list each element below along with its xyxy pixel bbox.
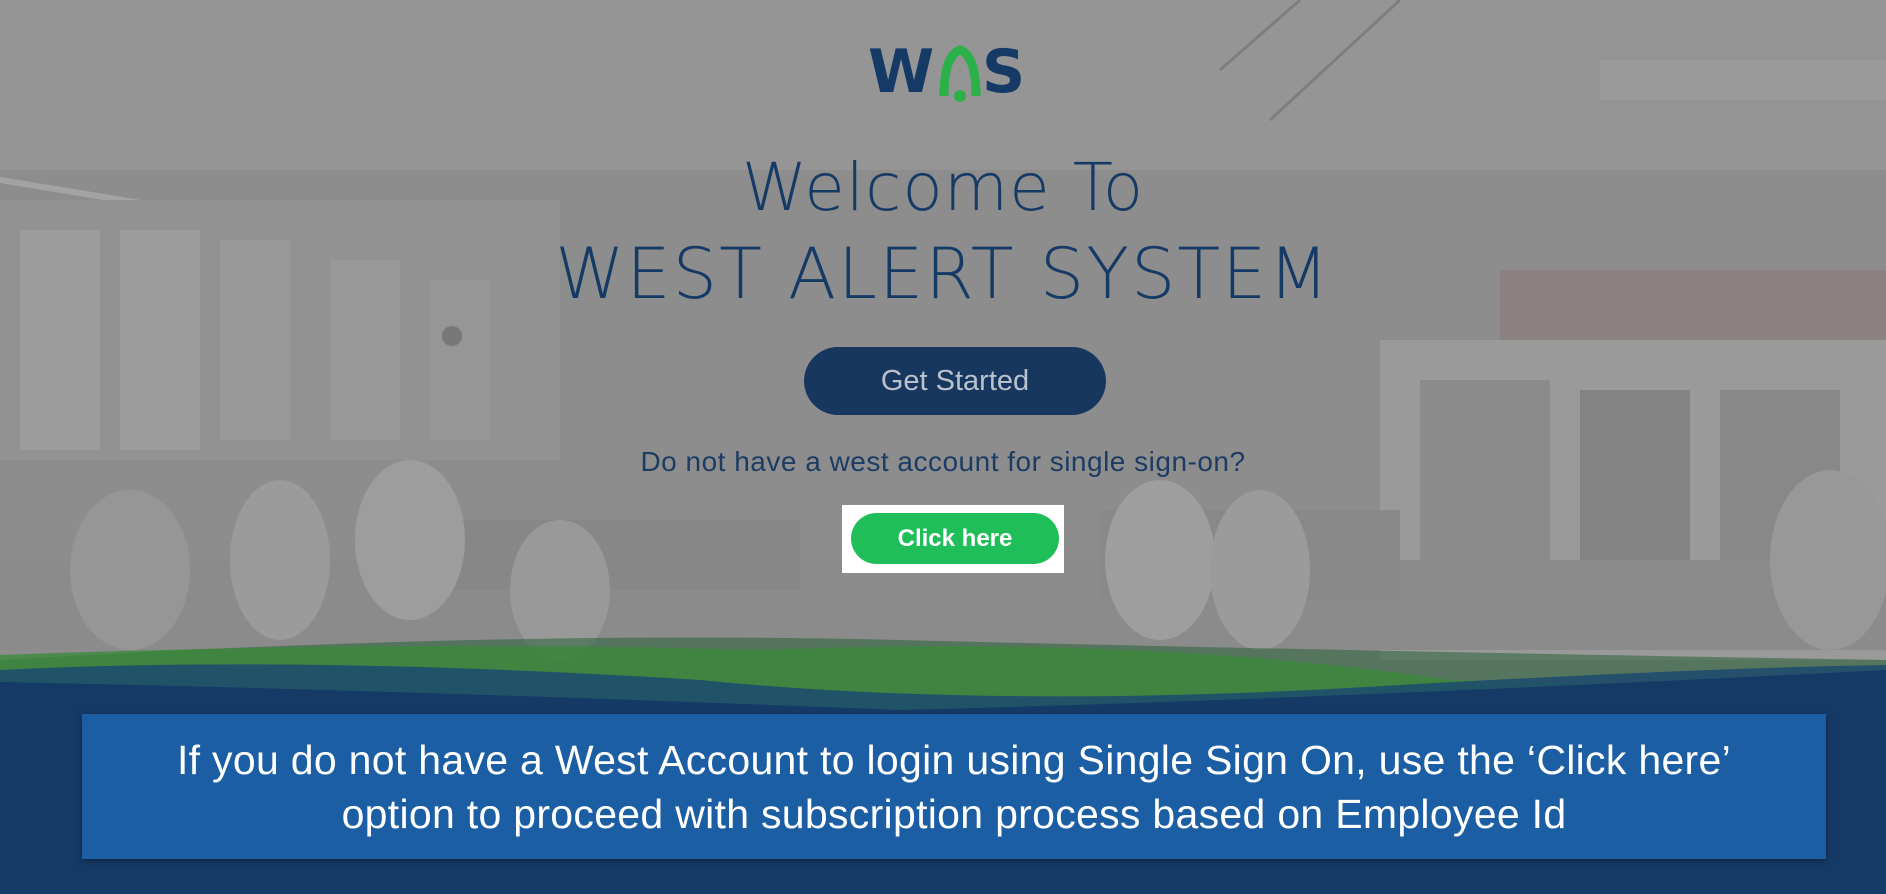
instruction-line-1: If you do not have a West Account to log… (176, 736, 1732, 783)
instruction-line-2: option to proceed with subscription proc… (341, 790, 1567, 837)
get-started-button[interactable]: Get Started (804, 347, 1106, 415)
svg-text:W: W (868, 37, 934, 104)
instruction-callout: If you do not have a West Account to log… (82, 714, 1826, 859)
no-account-prompt: Do not have a west account for single si… (640, 446, 1246, 477)
was-logo: W S (868, 37, 1025, 104)
bell-icon (939, 45, 981, 102)
instruction-text: If you do not have a West Account to log… (177, 733, 1731, 841)
welcome-heading: Welcome To (741, 149, 1145, 226)
svg-text:S: S (982, 37, 1025, 104)
welcome-page: W S Welcome To WEST ALERT SYSTEM Get Sta… (0, 0, 1886, 894)
system-name-heading: WEST ALERT SYSTEM (555, 233, 1331, 315)
click-here-button[interactable]: Click here (851, 513, 1059, 564)
